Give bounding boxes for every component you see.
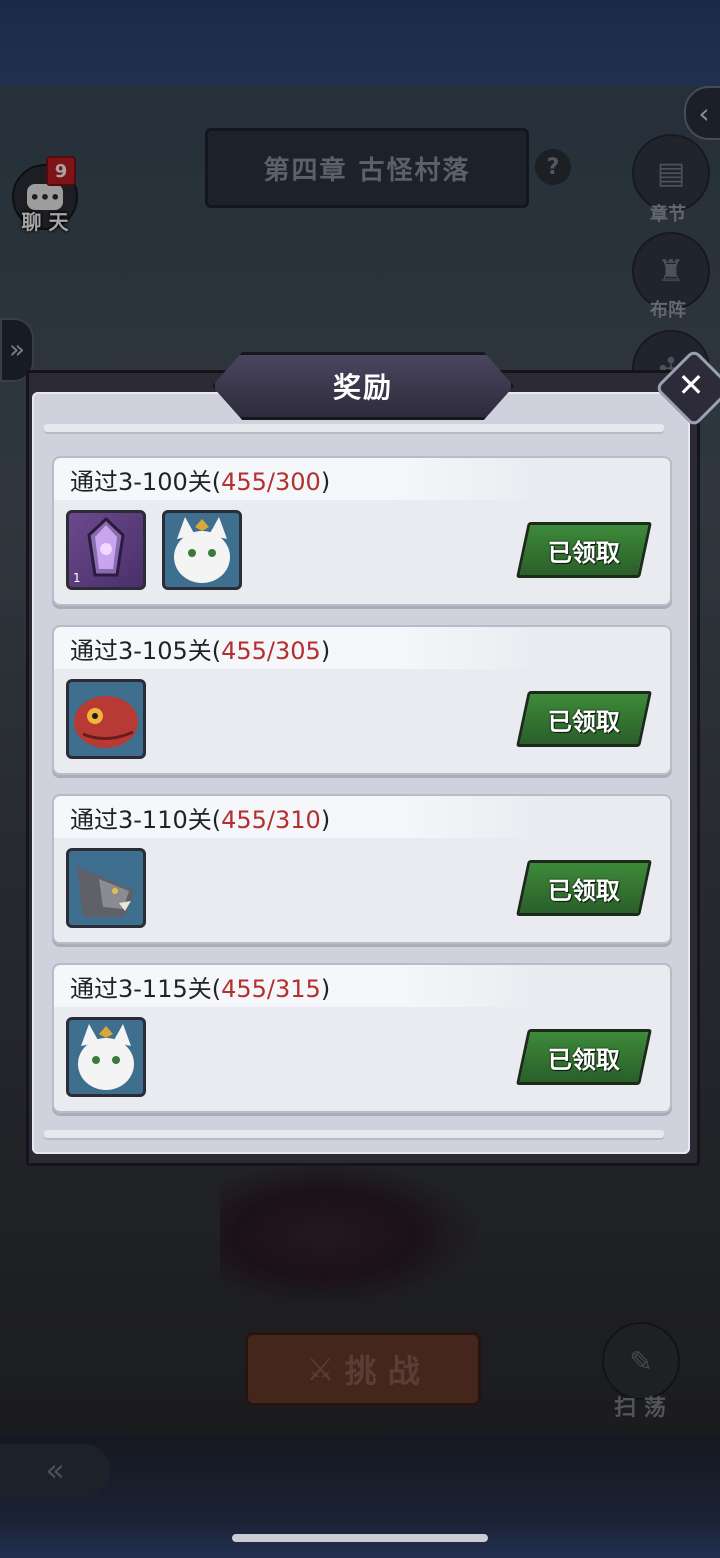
cat-glyph (78, 1024, 134, 1090)
reward-progress: 455/310 (221, 806, 321, 834)
red-lizard-portrait-icon[interactable] (66, 679, 146, 759)
back-arrow-icon: « (45, 1451, 65, 1489)
cat-glyph (174, 517, 230, 583)
reward-progress: 455/305 (221, 637, 321, 665)
purple-crystal-icon[interactable]: 1 (66, 510, 146, 590)
claimed-badge: 已领取 (516, 522, 652, 578)
reward-condition: 通过3-110关(455/310) (70, 800, 330, 835)
grey-wolf-portrait-icon[interactable] (66, 848, 146, 928)
reward-card: 通过3-100关(455/300) 1 已领取 (52, 456, 672, 606)
list-top-edge (44, 424, 664, 432)
claimed-label: 已领取 (548, 707, 620, 736)
reward-card: 通过3-105关(455/305) 已领取 (52, 625, 672, 775)
reward-condition: 通过3-100关(455/300) (70, 462, 330, 497)
list-bottom-edge (44, 1130, 664, 1138)
reward-progress: 455/300 (221, 468, 321, 496)
white-cat-portrait-icon[interactable] (66, 1017, 146, 1097)
item-count: 1 (73, 571, 81, 585)
reward-condition-suffix: ) (320, 806, 331, 834)
claimed-label: 已领取 (548, 538, 620, 567)
reward-card: 通过3-110关(455/310) 已领取 (52, 794, 672, 944)
reward-condition-suffix: ) (320, 975, 331, 1003)
claimed-label: 已领取 (548, 1045, 620, 1074)
white-cat-portrait-icon[interactable] (162, 510, 242, 590)
claimed-badge: 已领取 (516, 691, 652, 747)
close-icon[interactable]: ✕ (666, 360, 716, 410)
reward-modal-title-bar: 奖励 (212, 352, 514, 420)
top-sky (0, 0, 720, 86)
reward-condition-suffix: ) (320, 637, 331, 665)
reward-condition-text: 通过3-105关( (70, 637, 222, 665)
reward-modal-title: 奖励 (332, 371, 393, 404)
reward-condition: 通过3-115关(455/315) (70, 969, 330, 1004)
reward-progress: 455/315 (221, 975, 321, 1003)
claimed-label: 已领取 (548, 876, 620, 905)
back-button[interactable]: « (0, 1444, 110, 1496)
reward-condition-text: 通过3-110关( (70, 806, 222, 834)
claimed-badge: 已领取 (516, 1029, 652, 1085)
reward-condition-suffix: ) (320, 468, 331, 496)
lizard-glyph (74, 696, 138, 748)
reward-condition-text: 通过3-100关( (70, 468, 222, 496)
home-indicator[interactable] (232, 1534, 488, 1542)
reward-card: 通过3-115关(455/315) 已领取 (52, 963, 672, 1113)
reward-condition-text: 通过3-115关( (70, 975, 222, 1003)
reward-condition: 通过3-105关(455/305) (70, 631, 330, 666)
wolf-glyph (77, 867, 135, 917)
claimed-badge: 已领取 (516, 860, 652, 916)
